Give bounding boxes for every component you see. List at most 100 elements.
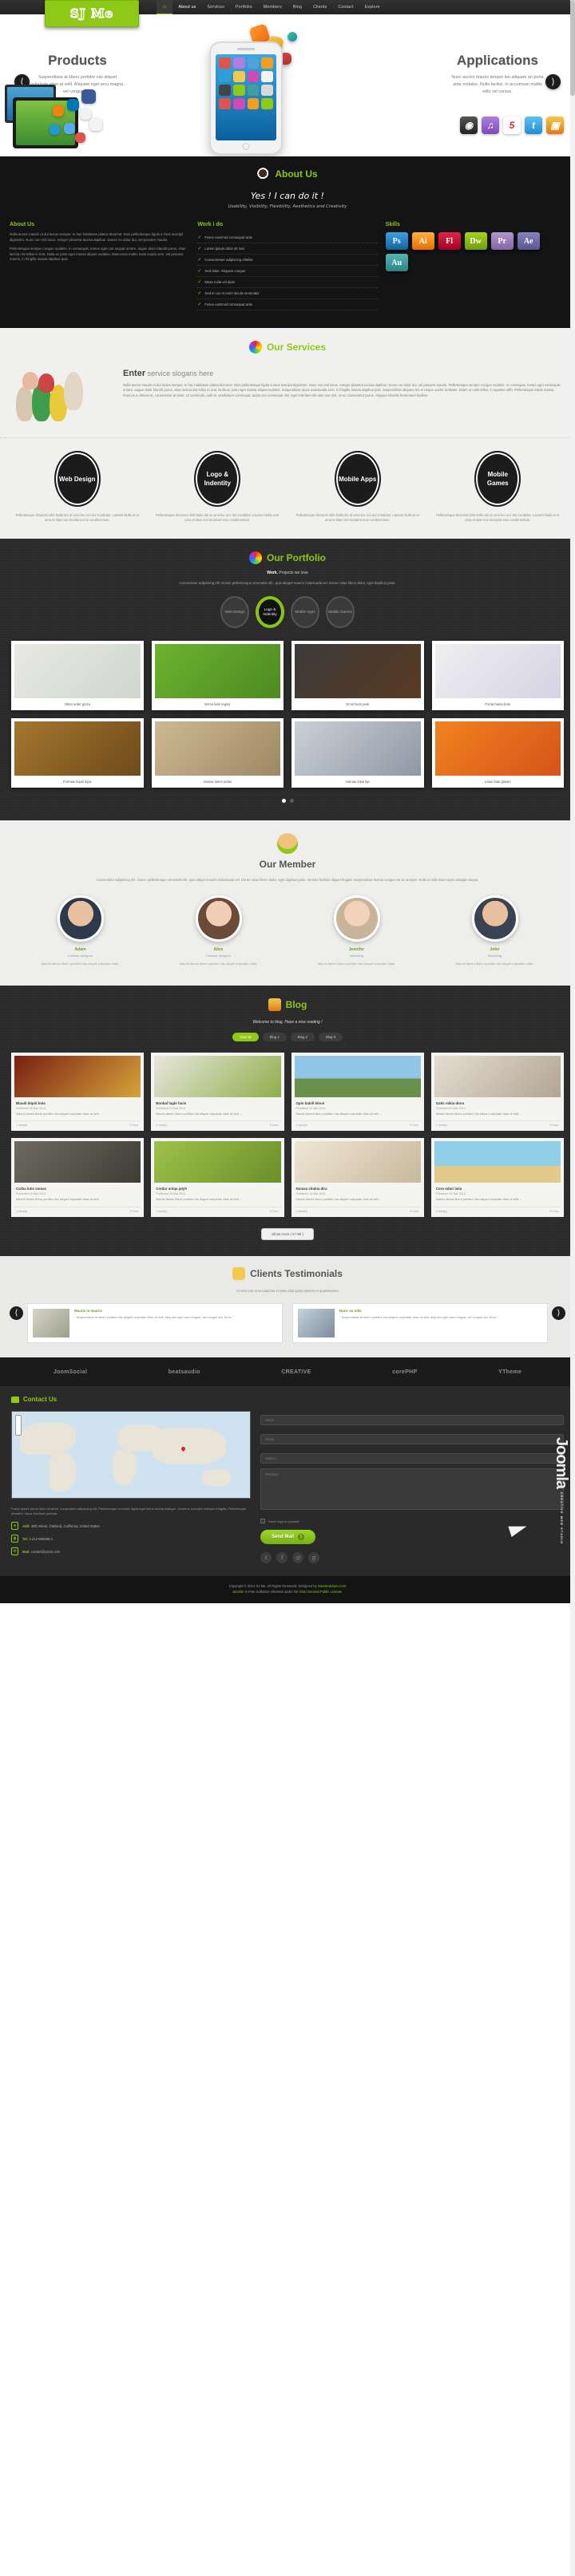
service-circle[interactable]: Logo & Indentity <box>194 451 241 507</box>
scrollbar-thumb[interactable] <box>570 0 575 96</box>
illustrator-icon[interactable]: Ai <box>411 232 434 250</box>
member-card[interactable]: Adam Creative designer Mauris fames libe… <box>16 895 145 966</box>
testimonial-title: Nunc eu odio <box>339 1309 362 1314</box>
blog-thumb <box>434 1055 561 1097</box>
blog-post[interactable]: Corba lutis somac Published 18 Mar 2014 Ma… <box>11 1138 145 1217</box>
filter-mobile-apps[interactable]: Mobile Apps <box>291 595 319 628</box>
nav-item-services[interactable]: Services <box>202 0 231 14</box>
nav-item-members[interactable]: Members <box>258 0 288 14</box>
email-field[interactable] <box>260 1434 564 1445</box>
member-card[interactable]: John Marketing Mauris fames libero portt… <box>430 895 559 966</box>
site-logo[interactable]: SJ Me <box>45 0 139 27</box>
portfolio-item[interactable]: Lotan bias glaxen <box>431 717 564 788</box>
nav-item-about-us[interactable]: About us <box>172 0 201 14</box>
work-item-label: Sed in cus et enim iaculis venenatis <box>204 291 260 295</box>
member-card[interactable]: Jennifer Marketing Mauris fames libero p… <box>292 895 421 966</box>
client-logo-ytheme[interactable]: YTheme <box>498 1369 521 1375</box>
gpl-link[interactable]: GNU General Public License. <box>299 1590 343 1594</box>
camera-tile[interactable]: ◉ <box>460 117 478 134</box>
portfolio-item[interactable]: Hamae lokia tija <box>291 717 424 788</box>
gallery-tile[interactable]: ▣ <box>546 117 564 134</box>
client-logo-creative[interactable]: CREATIVE <box>281 1369 311 1375</box>
dreamweaver-icon[interactable]: Dw <box>464 232 487 250</box>
blog-header: Blog Welcome to blog. Have a nice readin… <box>0 998 575 1025</box>
pagination-dot[interactable] <box>281 798 286 803</box>
tab-blog-3[interactable]: Blog 3 <box>318 1032 343 1041</box>
world-map[interactable] <box>11 1411 251 1499</box>
service-card[interactable]: Mobile Apps Pellentesque dictumst nibh N… <box>291 451 424 523</box>
service-circle[interactable]: Mobile Apps <box>334 451 381 507</box>
blog-post[interactable]: Coro oduri latia Published 12 Mar 2014 Mau… <box>430 1138 564 1217</box>
facebook-icon[interactable]: f <box>276 1552 288 1564</box>
blog-post[interactable]: Cerdar uniqo jatyh Published 16 Mar 2014 M… <box>151 1138 284 1217</box>
service-card[interactable]: Mobile Games Pellentesque dictumst nibh … <box>432 451 565 523</box>
devices-illustration <box>5 85 102 152</box>
show-more-button[interactable]: Show more ( 8 / 90 ) <box>261 1227 314 1240</box>
twitter-tile[interactable]: t <box>525 117 542 134</box>
portfolio-item[interactable]: Fonta hama bote <box>431 640 564 710</box>
nav-item-contact[interactable]: Contact <box>332 0 359 14</box>
tab-blog-2[interactable]: Blog 2 <box>290 1032 315 1041</box>
twitter-icon[interactable]: t <box>260 1552 272 1564</box>
nav-home-icon[interactable]: ⌂ <box>157 0 173 14</box>
service-circle[interactable]: Web Design <box>54 451 101 507</box>
music-tile[interactable]: ♫ <box>482 117 499 134</box>
subject-field[interactable] <box>260 1453 564 1464</box>
googleplus-icon[interactable]: g <box>308 1552 319 1564</box>
pagination-dot[interactable] <box>289 798 294 803</box>
send-copy-checkbox[interactable] <box>260 1519 265 1524</box>
slide-right-title: Applications <box>456 53 538 68</box>
map-zoom-control[interactable] <box>15 1415 22 1436</box>
filter-logo-identity[interactable]: Logo & Indentity <box>256 595 284 628</box>
message-field[interactable] <box>260 1468 564 1511</box>
nav-item-clients[interactable]: Clients <box>307 0 332 14</box>
blog-post[interactable]: Opin tiabili bitsat Published 22 Mar 2014… <box>291 1052 424 1132</box>
blog-post[interactable]: Bonbal luglo facis Published 24 Mar 2014 M… <box>151 1052 284 1132</box>
portfolio-caption: Obrei order gioza <box>64 701 90 706</box>
contact-address-text: Add: 40th Street, Oakland, California, U… <box>22 1523 100 1528</box>
client-logo-beatsaudio[interactable]: beatsaudio <box>169 1369 200 1375</box>
calendar-tile[interactable]: 5 <box>503 117 521 134</box>
service-card[interactable]: Web Design Pellentesque dictumst nibh Nu… <box>11 451 144 523</box>
tab-view-all[interactable]: View all <box>232 1032 259 1041</box>
nav-item-portfolio[interactable]: Portfolio <box>230 0 258 14</box>
about-col1-p2: Pellentesque semper congue sodales. In c… <box>10 247 186 262</box>
send-mail-button[interactable]: Send Mail ⟩ <box>260 1530 316 1545</box>
photoshop-icon[interactable]: Ps <box>385 232 408 250</box>
portfolio-header: Our Portfolio Work. Projects we love Con… <box>0 551 575 587</box>
client-logo-corephp[interactable]: corePHP <box>392 1369 417 1375</box>
portfolio-item[interactable]: Demo kias regioz <box>151 640 284 710</box>
audition-icon[interactable]: Au <box>385 254 408 271</box>
aftereffects-icon[interactable]: Ae <box>517 232 540 250</box>
client-logo-joomsocial[interactable]: JoomSocial <box>54 1369 87 1375</box>
nav-item-blog[interactable]: Blog <box>288 0 307 14</box>
filter-mobile-games[interactable]: Mobile Games <box>326 595 355 628</box>
member-card[interactable]: Alice Creative designer Mauris fames lib… <box>154 895 283 966</box>
tab-blog-1[interactable]: Blog 1 <box>262 1032 287 1041</box>
avatar <box>333 895 380 942</box>
blog-post[interactable]: Nomas chukia dira Published 14 Mar 2014 Ma… <box>291 1138 424 1217</box>
filter-web-design[interactable]: Web Design <box>220 595 249 628</box>
portfolio-item[interactable]: Hamae lieten pelas <box>151 717 284 788</box>
rss-icon[interactable]: ◎ <box>292 1552 303 1564</box>
portfolio-item[interactable]: Ercel facin pele <box>291 640 424 710</box>
smartaddons-link[interactable]: SmartAddons.Com <box>318 1584 346 1588</box>
blog-post[interactable]: Gatis mikia diora Published 20 Mar 2014 Ma… <box>430 1052 564 1132</box>
service-card-title: Mobile Apps <box>339 475 377 483</box>
flash-icon[interactable]: Fl <box>438 232 461 250</box>
joomla-link[interactable]: Joomla! <box>232 1590 244 1594</box>
premiere-icon[interactable]: Pr <box>490 232 514 250</box>
service-circle[interactable]: Mobile Games <box>474 451 521 507</box>
slide-right-text: Nunc auctor mauris tempor leo aliquam an… <box>451 75 544 94</box>
blog-post-date: Published 14 Mar 2014 <box>295 1192 326 1196</box>
nav-item-explore[interactable]: Explore <box>359 0 386 14</box>
name-field[interactable] <box>260 1415 564 1426</box>
testimonial-photo <box>33 1309 69 1338</box>
blog-post[interactable]: Blaudi diqoit bola Published 26 Mar 2014 M… <box>11 1052 145 1132</box>
portfolio-item[interactable]: Obrei order gioza <box>11 640 144 710</box>
service-card[interactable]: Logo & Indentity Pellentesque dictumst n… <box>152 451 284 523</box>
page-scrollbar[interactable] <box>570 0 575 2576</box>
portfolio-item[interactable]: Formiae liquin kijax <box>11 717 144 788</box>
color-wheel-icon <box>249 551 262 564</box>
phone-speaker <box>237 48 255 50</box>
